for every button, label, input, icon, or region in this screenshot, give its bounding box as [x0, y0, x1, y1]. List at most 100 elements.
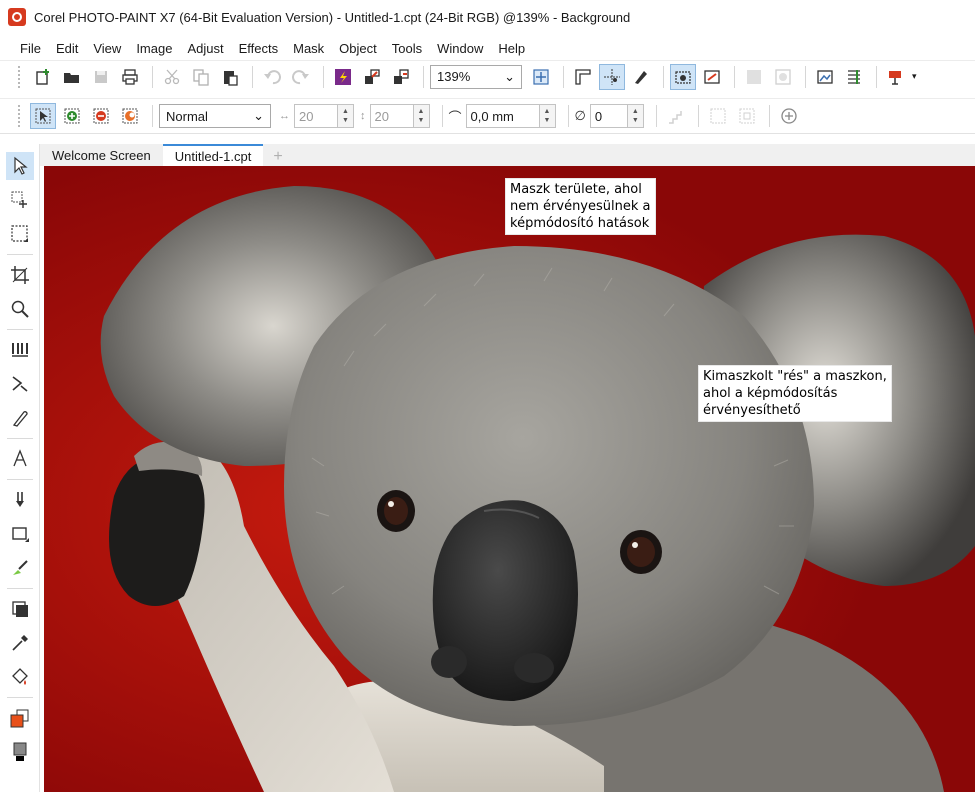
stair-icon[interactable] [663, 103, 689, 129]
width-spin-arrows[interactable]: ▲ ▼ [338, 104, 354, 128]
toolbar-separator [655, 105, 657, 127]
new-document-icon[interactable] [30, 64, 56, 90]
normal-mask-mode-icon[interactable] [30, 103, 56, 129]
feather-spin-arrows[interactable]: ▲ ▼ [539, 104, 556, 128]
clone-tool-icon[interactable] [6, 595, 34, 623]
toolbox-separator [6, 588, 33, 589]
toolbar-overflow-icon[interactable]: ▾ [912, 71, 917, 82]
save-icon[interactable] [88, 64, 114, 90]
export-icon[interactable] [359, 64, 385, 90]
application-launcher-icon[interactable] [883, 64, 909, 90]
text-tool-icon[interactable] [6, 445, 34, 473]
height-field[interactable]: 20 [369, 104, 414, 128]
menu-object[interactable]: Object [333, 41, 386, 56]
smear-tool-icon[interactable] [6, 370, 34, 398]
subtractive-mask-mode-icon[interactable] [88, 103, 114, 129]
merge-mode-select[interactable]: Normal ⌄ [159, 104, 271, 128]
menu-view[interactable]: View [87, 41, 130, 56]
deselect-icon[interactable] [734, 103, 760, 129]
object-icon[interactable] [770, 64, 796, 90]
new-tab-plus-icon[interactable]: + [263, 148, 292, 166]
eyedropper-tool-icon[interactable] [6, 629, 34, 657]
transparency-spinbox[interactable]: ∅ 0 ▲ ▼ [575, 104, 644, 128]
print-icon[interactable] [117, 64, 143, 90]
pick-tool-icon[interactable] [5, 152, 34, 180]
chevron-down-icon: ⌄ [253, 108, 264, 123]
toolbar-separator [252, 65, 253, 88]
toolbar-separator [663, 65, 664, 88]
import-icon[interactable] [330, 64, 356, 90]
tab-welcome-screen[interactable]: Welcome Screen [40, 144, 163, 166]
width-icon: ↔ [279, 110, 290, 122]
eraser-tool-icon[interactable] [6, 404, 34, 432]
add-plus-icon[interactable] [776, 103, 802, 129]
gap-callout-line: ahol a képmódosítás [703, 386, 838, 401]
corel-app-icon[interactable] [8, 8, 26, 26]
mask-gap-callout: Kimaszkolt "rés" a maszkon, ahol a képmó… [698, 365, 892, 422]
menu-tools[interactable]: Tools [386, 41, 431, 56]
menu-image[interactable]: Image [130, 41, 181, 56]
open-folder-icon[interactable] [59, 64, 85, 90]
mask-marquee-visible-icon[interactable] [670, 63, 696, 90]
mask-overlay-icon[interactable] [699, 64, 725, 90]
transform-tool-icon[interactable] [6, 186, 34, 214]
image-canvas[interactable]: Maszk területe, ahol nem érvényesülnek a… [44, 166, 975, 792]
dockers-icon[interactable] [841, 64, 867, 90]
height-spin-arrows[interactable]: ▲ ▼ [413, 104, 430, 128]
mask-swatch-icon[interactable] [6, 738, 34, 766]
menu-window[interactable]: Window [431, 41, 492, 56]
width-field[interactable]: 20 [294, 104, 338, 128]
transparency-spin-arrows[interactable]: ▲ ▼ [627, 104, 644, 128]
copy-icon[interactable] [188, 64, 214, 90]
standard-toolbar: 139% ⌄ ▾ [0, 60, 975, 92]
dropper-fill-tool-icon[interactable] [6, 486, 34, 514]
height-spinbox[interactable]: ↕ 20 ▲ ▼ [360, 104, 430, 128]
redo-icon[interactable] [288, 64, 314, 90]
window-title: Corel PHOTO-PAINT X7 (64-Bit Evaluation … [34, 9, 631, 25]
transparency-field[interactable]: 0 [589, 104, 628, 128]
brush-settings-icon[interactable] [628, 64, 654, 90]
additive-mask-mode-icon[interactable] [59, 103, 85, 129]
menu-help[interactable]: Help [492, 41, 534, 56]
cut-icon[interactable] [159, 64, 185, 90]
toolbar-separator [805, 65, 806, 88]
toolbar-separator [567, 105, 569, 127]
zoom-tool-icon[interactable] [6, 295, 34, 323]
rectangle-mask-tool-icon[interactable] [6, 220, 34, 248]
toolbar-grip[interactable] [18, 105, 22, 127]
menu-adjust[interactable]: Adjust [181, 41, 232, 56]
feather-spinbox[interactable]: ⌒ 0,0 mm ▲ ▼ [449, 104, 556, 128]
menu-edit[interactable]: Edit [50, 41, 87, 56]
paint-brush-tool-icon[interactable] [6, 554, 34, 582]
red-eye-tool-icon[interactable] [6, 336, 34, 364]
menu-mask[interactable]: Mask [287, 41, 333, 56]
toolbox-separator [6, 438, 33, 439]
select-all-icon[interactable] [705, 103, 731, 129]
guidelines-icon[interactable] [599, 63, 625, 90]
mask-callout-line: Maszk területe, ahol [510, 182, 642, 197]
toolbar-grip[interactable] [18, 65, 22, 88]
zoom-level-select[interactable]: 139% ⌄ [430, 64, 522, 89]
rulers-icon[interactable] [570, 64, 596, 90]
color-swatch-icon[interactable] [6, 704, 34, 732]
menu-effects[interactable]: Effects [233, 41, 288, 56]
feather-field[interactable]: 0,0 mm [465, 104, 540, 128]
width-spinbox[interactable]: ↔ 20 ▲ ▼ [279, 104, 354, 128]
zoom-fit-icon[interactable] [528, 64, 554, 90]
crop-tool-icon[interactable] [6, 261, 34, 289]
merge-mode-value: Normal [166, 108, 208, 124]
paste-icon[interactable] [217, 64, 243, 90]
koala-photo [44, 166, 975, 792]
image-info-icon[interactable] [812, 64, 838, 90]
menu-file[interactable]: File [14, 41, 50, 56]
fill-tool-icon[interactable] [6, 663, 34, 691]
xor-mask-mode-icon[interactable] [117, 103, 143, 129]
undo-icon[interactable] [259, 64, 285, 90]
tab-untitled-1[interactable]: Untitled-1.cpt [162, 144, 264, 166]
launch-icon[interactable] [388, 64, 414, 90]
lens-icon[interactable] [741, 64, 767, 90]
rectangle-tool-icon[interactable] [6, 520, 34, 548]
toolbox-separator [6, 254, 33, 255]
toolbar-separator [152, 105, 153, 127]
toolbar-separator [734, 65, 735, 88]
